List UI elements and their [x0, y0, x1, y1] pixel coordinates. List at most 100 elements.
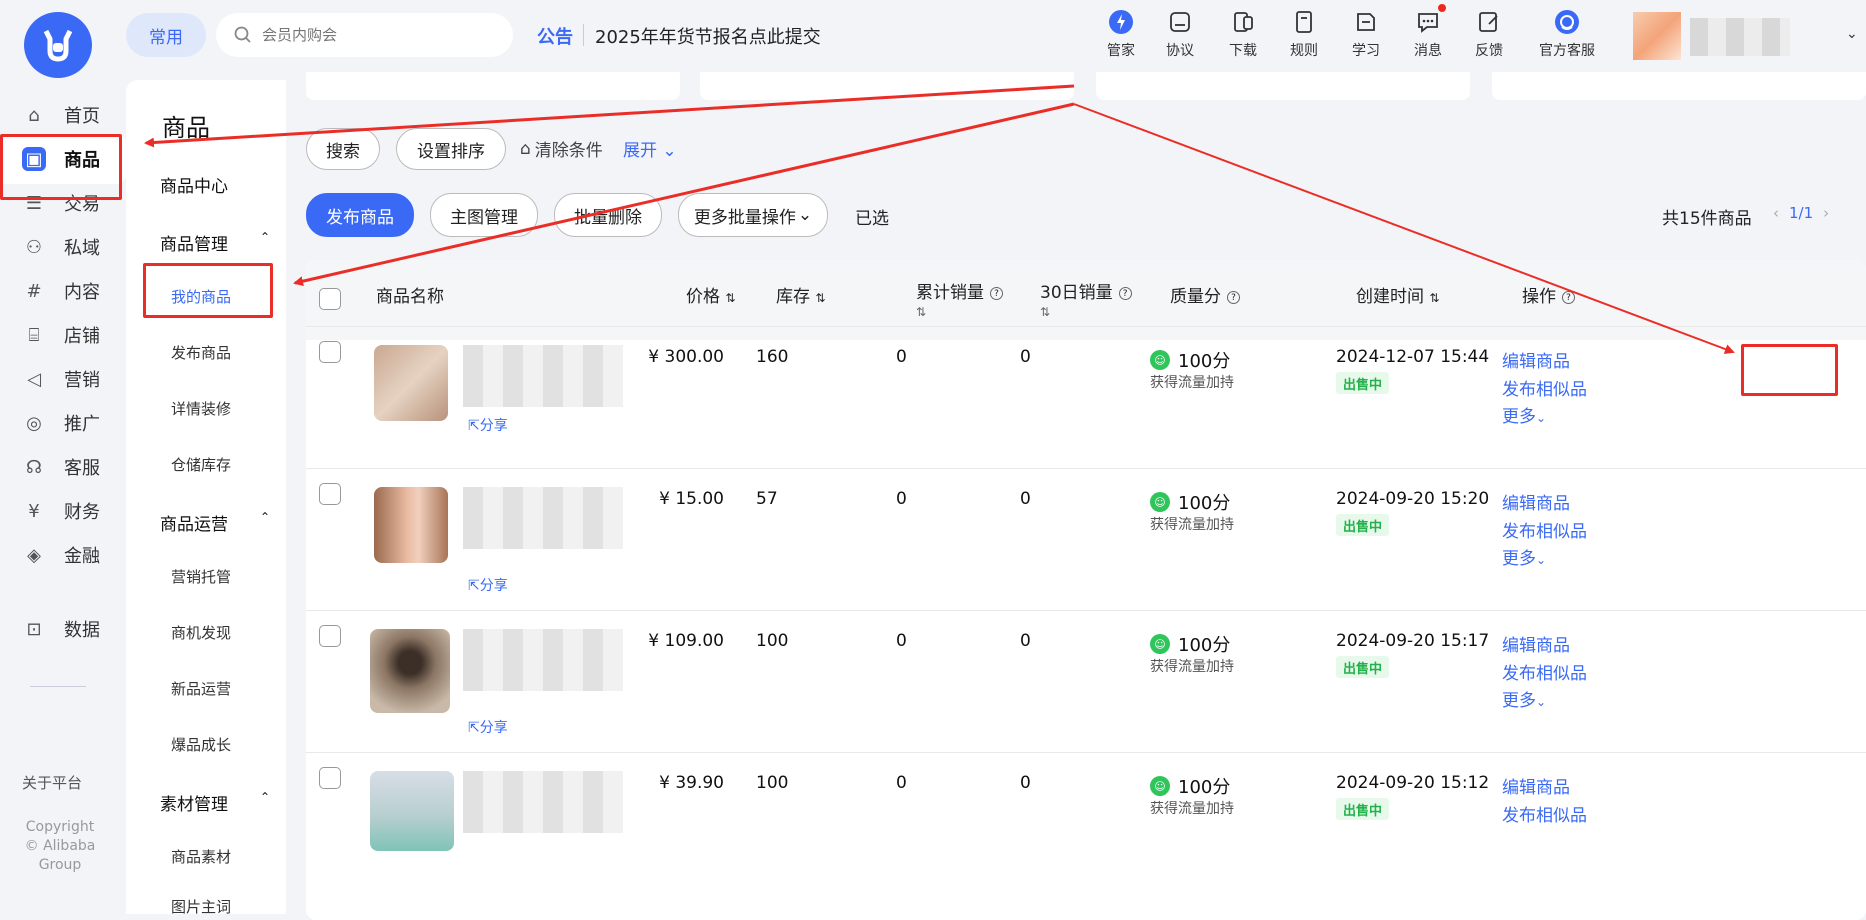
- avatar[interactable]: [1633, 12, 1681, 60]
- nav-item-marketing[interactable]: ◁ 营销: [0, 354, 126, 404]
- tool-rules[interactable]: 规则: [1276, 8, 1332, 60]
- quality-note: 获得流量加持: [1150, 659, 1234, 675]
- clear-label: 清除条件: [534, 141, 603, 161]
- tool-download[interactable]: 下载: [1215, 8, 1271, 60]
- tool-butler[interactable]: 管家: [1093, 8, 1149, 60]
- filter-field[interactable]: [1096, 72, 1470, 100]
- search-box[interactable]: [216, 13, 513, 57]
- search-button[interactable]: 搜索: [306, 128, 380, 170]
- next-page-icon[interactable]: ›: [1823, 204, 1829, 222]
- filter-field[interactable]: [1492, 72, 1866, 100]
- product-thumbnail[interactable]: [370, 629, 450, 713]
- submenu-group-ops[interactable]: 商品运营 ⌃: [160, 510, 270, 535]
- select-all-checkbox[interactable]: [319, 288, 341, 310]
- row-checkbox[interactable]: [319, 767, 341, 789]
- edit-product-link[interactable]: 编辑商品: [1502, 347, 1570, 372]
- common-button[interactable]: 常用: [126, 13, 206, 57]
- sort-button[interactable]: 设置排序: [396, 128, 506, 170]
- help-icon[interactable]: ?: [1562, 290, 1575, 304]
- publish-similar-link[interactable]: 发布相似品: [1502, 659, 1587, 684]
- batch-delete-button[interactable]: 批量删除: [554, 193, 662, 237]
- nav-item-data[interactable]: ⊡ 数据: [0, 604, 126, 654]
- edit-product-link[interactable]: 编辑商品: [1502, 631, 1570, 656]
- product-title-blurred[interactable]: [463, 487, 623, 549]
- nav-label: 首页: [64, 106, 100, 127]
- notice-link[interactable]: 2025年年货节报名点此提交: [595, 23, 821, 49]
- submenu-hot-growth[interactable]: 爆品成长: [171, 734, 231, 755]
- product-title-blurred[interactable]: [463, 629, 623, 691]
- tool-message[interactable]: 消息: [1400, 4, 1456, 60]
- search-icon: [234, 26, 251, 43]
- more-ops-link[interactable]: 更多⌄: [1502, 686, 1546, 711]
- chevron-down-icon: ⌄: [1536, 553, 1547, 567]
- app-logo[interactable]: [24, 12, 92, 78]
- expand-button[interactable]: 展开 ⌄: [623, 136, 677, 161]
- row-checkbox[interactable]: [319, 625, 341, 647]
- tool-agreement[interactable]: 协议: [1152, 8, 1208, 60]
- col-stock[interactable]: 库存 ⇅: [776, 282, 825, 307]
- col-sales-30[interactable]: 30日销量? ⇅: [1040, 278, 1132, 319]
- filter-field[interactable]: [306, 72, 680, 100]
- more-ops-link[interactable]: 更多⌄: [1502, 402, 1546, 427]
- nav-item-shop[interactable]: ⌸ 店铺: [0, 310, 126, 360]
- publish-similar-link[interactable]: 发布相似品: [1502, 375, 1587, 400]
- clear-conditions-button[interactable]: ⌂ 清除条件: [520, 136, 603, 162]
- row-checkbox[interactable]: [319, 341, 341, 363]
- more-ops-link[interactable]: 更多⌄: [1502, 544, 1546, 569]
- submenu-marketing-trust[interactable]: 营销托管: [171, 566, 231, 587]
- product-thumbnail[interactable]: [374, 345, 448, 421]
- nav-item-service[interactable]: ☊ 客服: [0, 442, 126, 492]
- submenu-publish[interactable]: 发布商品: [171, 342, 231, 363]
- submenu-warehouse[interactable]: 仓储库存: [171, 454, 231, 475]
- col-total-sales[interactable]: 累计销量? ⇅: [916, 278, 1003, 319]
- about-link[interactable]: 关于平台: [22, 772, 82, 793]
- submenu-group-material[interactable]: 素材管理 ⌃: [160, 790, 270, 815]
- edit-product-link[interactable]: 编辑商品: [1502, 773, 1570, 798]
- prev-page-icon[interactable]: ‹: [1773, 204, 1779, 222]
- nav-item-content[interactable]: # 内容: [0, 266, 126, 316]
- submenu-opportunity[interactable]: 商机发现: [171, 622, 231, 643]
- help-icon[interactable]: ?: [990, 286, 1003, 300]
- help-icon[interactable]: ?: [1227, 290, 1240, 304]
- agreement-icon: [1170, 12, 1190, 32]
- main-image-button[interactable]: 主图管理: [430, 193, 538, 237]
- filter-field[interactable]: [700, 72, 1074, 100]
- submenu-group-manage[interactable]: 商品管理 ⌃: [160, 230, 270, 255]
- tool-label: 下载: [1229, 43, 1257, 59]
- col-created[interactable]: 创建时间 ⇅: [1356, 282, 1439, 307]
- product-title-blurred[interactable]: [463, 771, 623, 833]
- tool-feedback[interactable]: 反馈: [1461, 8, 1517, 60]
- account-name-blurred[interactable]: [1690, 18, 1790, 56]
- chevron-up-icon: ⌃: [260, 510, 271, 524]
- share-button[interactable]: ⇱分享: [468, 717, 508, 737]
- nav-item-finance[interactable]: ¥ 财务: [0, 486, 126, 536]
- share-button[interactable]: ⇱分享: [468, 415, 508, 435]
- chevron-down-icon[interactable]: ⌄: [1846, 26, 1858, 42]
- publish-similar-link[interactable]: 发布相似品: [1502, 801, 1587, 826]
- nav-item-home[interactable]: ⌂ 首页: [0, 90, 126, 140]
- shop-icon: ⌸: [28, 324, 40, 346]
- created-time: 2024-09-20 15:20: [1336, 489, 1490, 509]
- quality-value: 100分: [1178, 777, 1231, 798]
- submenu-detail-decor[interactable]: 详情装修: [171, 398, 231, 419]
- nav-item-promotion[interactable]: ◎ 推广: [0, 398, 126, 448]
- nav-item-private[interactable]: ⚇ 私域: [0, 222, 126, 272]
- edit-product-link[interactable]: 编辑商品: [1502, 489, 1570, 514]
- tool-support[interactable]: 官方客服: [1531, 8, 1603, 60]
- product-title-blurred[interactable]: [463, 345, 623, 407]
- col-price[interactable]: 价格 ⇅: [686, 282, 735, 307]
- search-input[interactable]: [262, 26, 482, 44]
- tool-study[interactable]: 学习: [1338, 8, 1394, 60]
- product-thumbnail[interactable]: [374, 487, 448, 563]
- nav-item-banking[interactable]: ◈ 金融: [0, 530, 126, 580]
- submenu-new-ops[interactable]: 新品运营: [171, 678, 231, 699]
- publish-similar-link[interactable]: 发布相似品: [1502, 517, 1587, 542]
- submenu-product-material[interactable]: 商品素材: [171, 846, 231, 867]
- publish-product-button[interactable]: 发布商品: [306, 193, 414, 237]
- submenu-product-center[interactable]: 商品中心: [160, 172, 228, 197]
- row-checkbox[interactable]: [319, 483, 341, 505]
- help-icon[interactable]: ?: [1118, 286, 1132, 300]
- share-button[interactable]: ⇱分享: [468, 575, 508, 595]
- product-thumbnail[interactable]: [370, 771, 454, 851]
- more-batch-button[interactable]: 更多批量操作 ⌄: [678, 193, 828, 237]
